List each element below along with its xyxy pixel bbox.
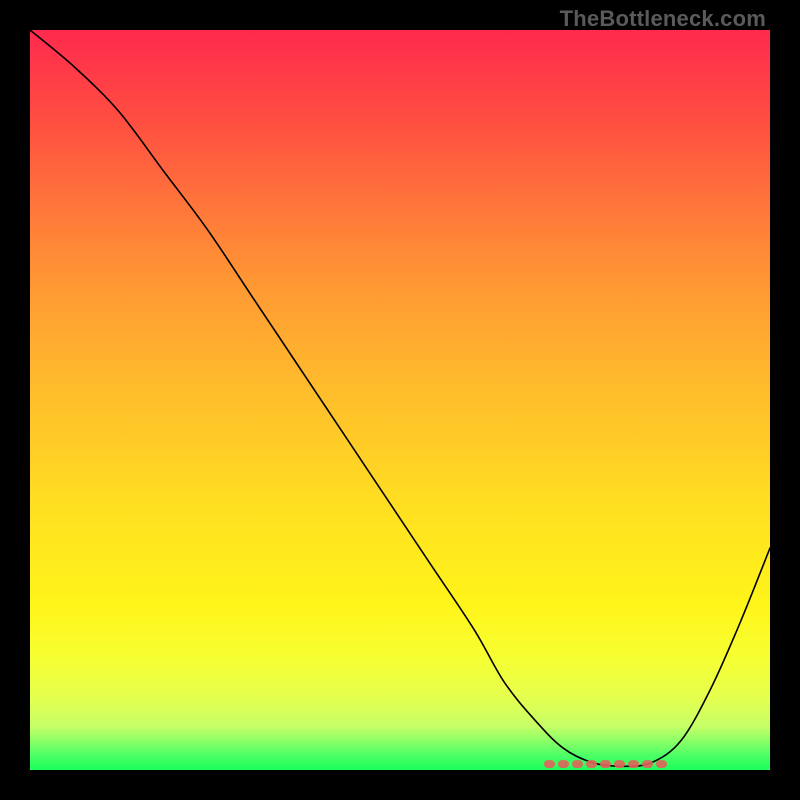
plot-area (30, 30, 770, 770)
watermark-text: TheBottleneck.com (560, 6, 766, 32)
chart-frame: TheBottleneck.com (0, 0, 800, 800)
curve-svg (30, 30, 770, 770)
bottleneck-curve (30, 30, 770, 766)
